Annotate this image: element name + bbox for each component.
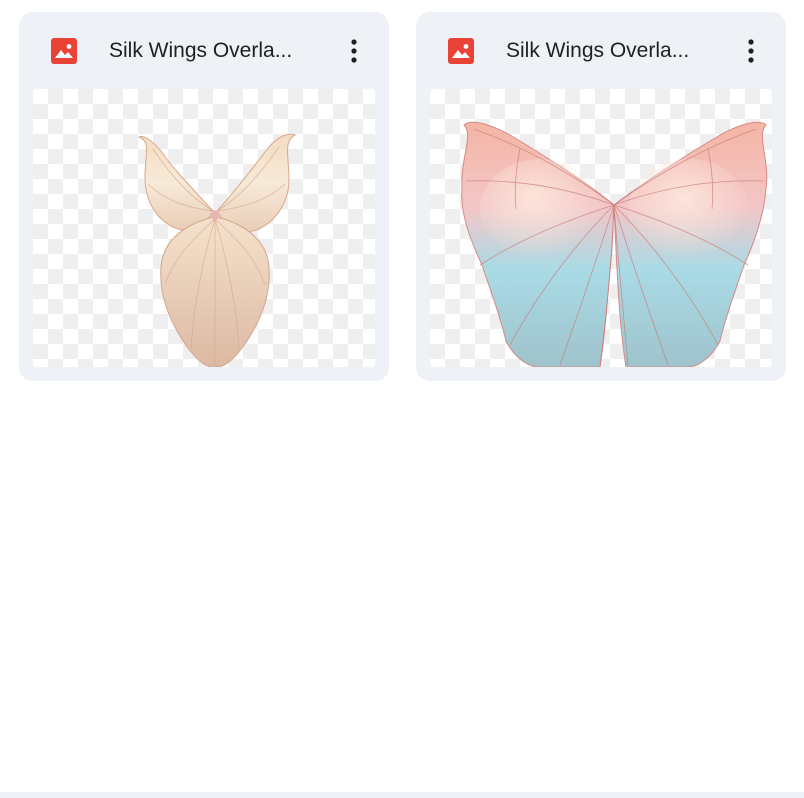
- file-thumbnail[interactable]: [33, 89, 375, 367]
- file-title[interactable]: Silk Wings Overla...: [506, 38, 726, 64]
- file-card-header: Silk Wings Overla...: [19, 12, 389, 90]
- more-vert-icon: [748, 39, 754, 63]
- butterfly-wings-image: [137, 133, 297, 367]
- more-vert-icon: [351, 39, 357, 63]
- file-title[interactable]: Silk Wings Overla...: [109, 38, 329, 64]
- file-card-header: Silk Wings Overla...: [416, 12, 786, 90]
- butterfly-wings-image: [461, 121, 768, 367]
- image-file-icon: [448, 38, 474, 64]
- more-options-button[interactable]: [337, 32, 371, 70]
- file-grid: Silk Wings Overla... Silk Wings Overla..…: [0, 0, 804, 798]
- bottom-bar: [0, 792, 804, 798]
- file-card[interactable]: Silk Wings Overla...: [416, 12, 786, 381]
- image-file-icon: [51, 38, 77, 64]
- file-card[interactable]: Silk Wings Overla...: [19, 12, 389, 381]
- more-options-button[interactable]: [734, 32, 768, 70]
- file-thumbnail[interactable]: [430, 89, 772, 367]
